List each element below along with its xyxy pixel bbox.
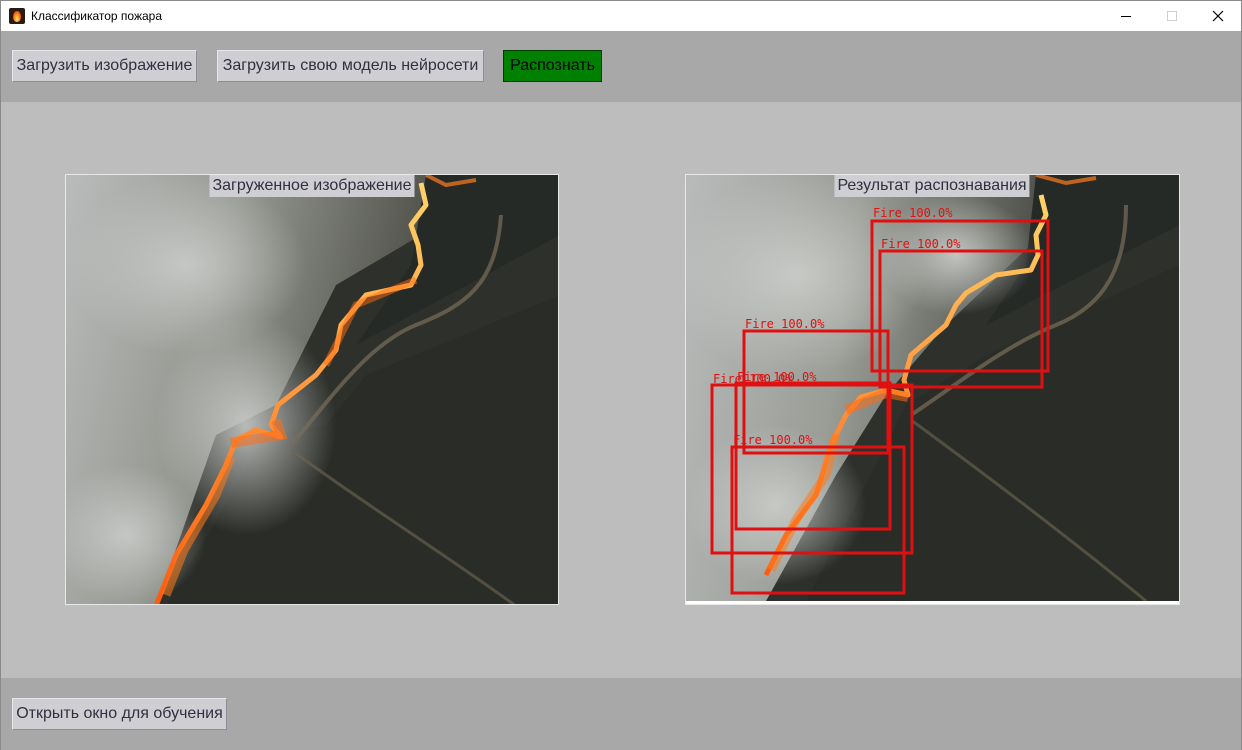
- detection-label: Fire 100.0%: [745, 317, 825, 331]
- top-toolbar: Загрузить изображение Загрузить свою мод…: [1, 31, 1241, 102]
- title-bar[interactable]: Классификатор пожара: [1, 1, 1241, 31]
- fire-app-icon: [9, 8, 25, 24]
- detection-label: Fire 100.0%: [737, 370, 817, 384]
- result-image-panel: Fire 100.0% Fire 100.0% Fire 100.0% Fire…: [685, 174, 1180, 605]
- recognize-button[interactable]: Распознать: [503, 50, 602, 82]
- minimize-icon: [1121, 15, 1131, 17]
- maximize-button: [1149, 1, 1195, 31]
- detection-label: Fire 100.0%: [873, 206, 953, 220]
- result-image-caption: Результат распознавания: [834, 175, 1030, 197]
- uploaded-image-panel: Загруженное изображение: [65, 174, 559, 605]
- close-icon: [1212, 10, 1224, 22]
- load-model-button[interactable]: Загрузить свою модель нейросети: [217, 50, 484, 82]
- load-image-button[interactable]: Загрузить изображение: [12, 50, 197, 82]
- window-controls: [1103, 1, 1241, 31]
- app-window: Классификатор пожара Загрузить изображен…: [0, 0, 1242, 750]
- detection-label: Fire 100.0%: [733, 433, 813, 447]
- window-title: Классификатор пожара: [31, 9, 162, 23]
- bottom-toolbar: Открыть окно для обучения: [1, 678, 1241, 750]
- open-training-window-button[interactable]: Открыть окно для обучения: [12, 698, 227, 730]
- close-button[interactable]: [1195, 1, 1241, 31]
- result-image: Fire 100.0% Fire 100.0% Fire 100.0% Fire…: [686, 175, 1179, 603]
- minimize-button[interactable]: [1103, 1, 1149, 31]
- maximize-icon: [1167, 11, 1177, 21]
- uploaded-image: [66, 175, 558, 604]
- detection-label: Fire 100.0%: [881, 237, 961, 251]
- uploaded-image-caption: Загруженное изображение: [209, 175, 415, 197]
